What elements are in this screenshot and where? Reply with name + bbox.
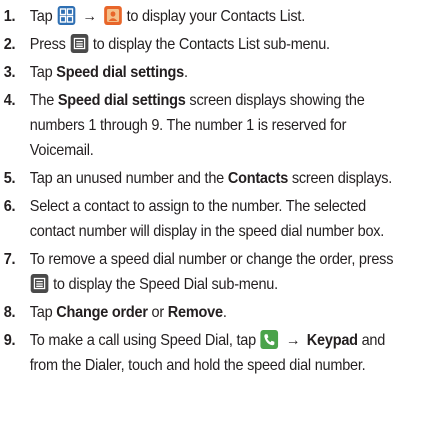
- step-text: To remove a speed dial number or change …: [29, 251, 394, 268]
- step-number: 4.: [3, 92, 16, 109]
- step-bold-term: Change order: [56, 304, 148, 321]
- arrow-icon: →: [285, 332, 301, 349]
- step-9: 9. To make a call using Speed Dial, tap …: [0, 328, 432, 378]
- menu-key-icon: [70, 34, 89, 53]
- phone-icon: [260, 330, 279, 349]
- step-bold-term: Speed dial settings: [57, 92, 186, 109]
- step-number: 9.: [3, 332, 16, 349]
- step-7: 7. To remove a speed dial number or chan…: [0, 247, 432, 297]
- step-text: Tap an unused number and the: [29, 170, 225, 187]
- step-text: screen displays.: [291, 170, 393, 187]
- step-2: 2. Press to display the Contacts List su…: [0, 32, 432, 57]
- step-text: .: [222, 304, 227, 321]
- step-text: to display your Contacts List.: [126, 8, 306, 25]
- step-text: contact number will display in the speed…: [29, 223, 385, 240]
- step-text: Tap: [29, 64, 53, 81]
- step-bold-term: Remove: [167, 304, 223, 321]
- step-number: 6.: [3, 198, 16, 215]
- arrow-icon: →: [82, 8, 97, 25]
- step-text: Press: [29, 36, 66, 53]
- instruction-steps: 1. Tap → to display your Contacts List. …: [0, 4, 432, 381]
- step-number: 2.: [3, 36, 16, 53]
- step-text: and: [361, 332, 386, 349]
- step-text: The: [29, 92, 55, 109]
- step-text: .: [184, 64, 188, 81]
- step-text: from the Dialer, touch and hold the spee…: [29, 357, 366, 374]
- step-text: Voicemail.: [29, 142, 94, 159]
- step-text: Tap: [29, 8, 53, 25]
- step-number: 7.: [3, 251, 16, 268]
- step-4: 4. The Speed dial settings screen displa…: [0, 88, 432, 163]
- step-1: 1. Tap → to display your Contacts List.: [0, 4, 432, 29]
- menu-key-icon: [30, 274, 49, 293]
- step-text: to display the Contacts List sub-menu.: [92, 36, 330, 53]
- step-5: 5. Tap an unused number and the Contacts…: [0, 166, 432, 191]
- step-3: 3. Tap Speed dial settings.: [0, 60, 432, 85]
- step-number: 1.: [3, 8, 16, 25]
- contacts-icon: [104, 6, 122, 25]
- step-text: numbers 1 through 9. The number 1 is res…: [29, 117, 347, 134]
- step-bold-term: Contacts: [227, 170, 289, 187]
- step-bold-term: Speed dial settings: [56, 64, 185, 81]
- apps-grid-icon: [57, 6, 75, 25]
- step-text: Select a contact to assign to the number…: [29, 198, 367, 215]
- step-number: 3.: [3, 64, 16, 81]
- step-number: 5.: [3, 170, 16, 187]
- step-text: To make a call using Speed Dial, tap: [29, 332, 256, 349]
- step-text: screen displays showing the: [189, 92, 365, 109]
- step-text: or: [151, 304, 165, 321]
- step-text: to display the Speed Dial sub-menu.: [53, 276, 278, 293]
- step-bold-term: Keypad: [306, 332, 358, 349]
- step-text: Tap: [29, 304, 53, 321]
- step-8: 8. Tap Change order or Remove.: [0, 300, 432, 325]
- step-number: 8.: [3, 304, 16, 321]
- step-6: 6. Select a contact to assign to the num…: [0, 194, 432, 244]
